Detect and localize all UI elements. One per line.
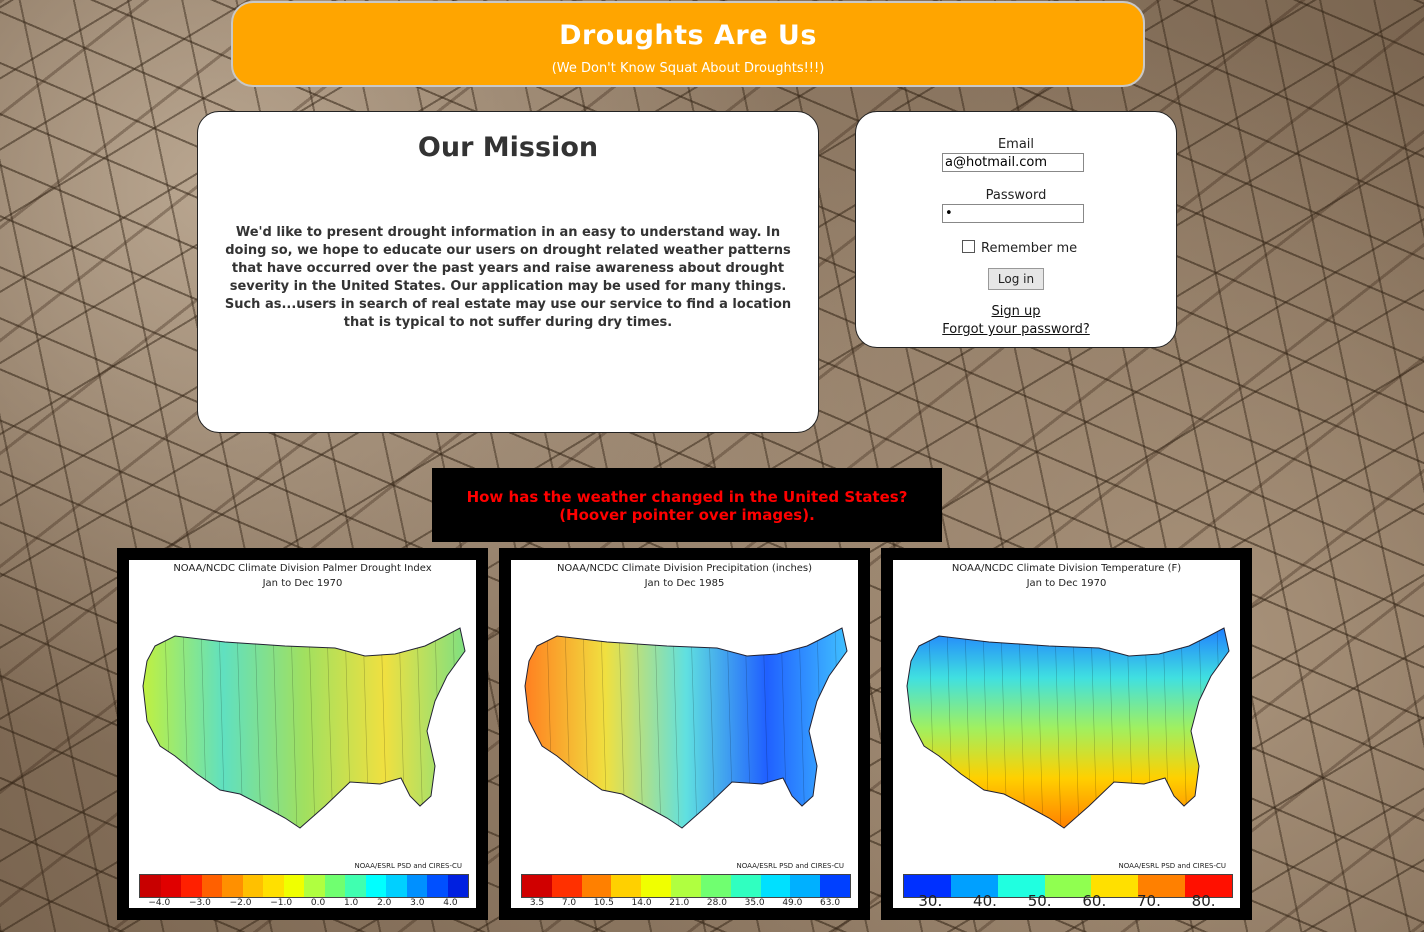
map-image[interactable]: NOAA/NCDC Climate Division Precipitation… <box>511 560 858 908</box>
legend-tick-label: 3.0 <box>410 898 425 908</box>
remember-me[interactable]: Remember me <box>962 240 1077 256</box>
map-title: NOAA/NCDC Climate Division Palmer Drough… <box>173 563 432 574</box>
legend-tick-label: 0.0 <box>310 898 326 908</box>
legend-swatch <box>222 875 243 897</box>
legend-swatch <box>551 875 582 897</box>
legend-swatch <box>242 875 263 897</box>
legend-ticks: −4.0 −3.0 −2.0 −1.0 0.0 1.0 2.0 3.0 4.0 <box>139 898 467 908</box>
legend-swatch <box>427 875 448 897</box>
email-field[interactable] <box>942 153 1084 172</box>
color-legend-bar <box>521 874 851 898</box>
legend-tick-label: 50. <box>1027 892 1052 910</box>
legend-swatch <box>181 875 202 897</box>
login-button[interactable]: Log in <box>988 268 1044 290</box>
legend-tick-label: 70. <box>1137 892 1161 910</box>
legend-swatch <box>820 875 850 897</box>
question-line-2: (Hoover pointer over images). <box>559 506 815 524</box>
password-field[interactable] <box>942 204 1084 223</box>
legend-tick-label: 28.0 <box>706 898 727 908</box>
legend-tick-label: 60. <box>1082 892 1107 910</box>
legend-swatch <box>671 875 701 897</box>
legend-tick-label: 2.0 <box>377 898 392 908</box>
legend-tick-label: 63.0 <box>820 898 841 908</box>
legend-swatch <box>760 875 791 897</box>
mission-text: We'd like to present drought information… <box>224 225 792 330</box>
signup-link[interactable]: Sign up <box>856 304 1176 319</box>
map-credit: NOAA/ESRL PSD and CIRES-CU <box>736 862 844 870</box>
legend-swatch <box>522 875 552 897</box>
us-map-shape <box>906 627 1230 829</box>
us-map-graphic <box>906 627 1230 829</box>
legend-swatch <box>283 875 304 897</box>
legend-tick-label: 30. <box>918 892 943 910</box>
legend-tick-label: 4.0 <box>443 898 458 908</box>
legend-swatch <box>263 875 284 897</box>
legend-swatch <box>345 875 366 897</box>
legend-tick-label: 49.0 <box>782 898 803 908</box>
remember-label: Remember me <box>981 241 1078 256</box>
legend-swatch <box>611 875 642 897</box>
map-image[interactable]: NOAA/NCDC Climate Division Temperature (… <box>893 560 1240 910</box>
legend-tick-label: 35.0 <box>744 898 765 908</box>
password-label: Password <box>985 188 1047 203</box>
legend-tick-label: 40. <box>973 892 997 910</box>
site-subtitle: (We Don't Know Squat About Droughts!!!) <box>551 61 825 76</box>
legend-swatch <box>324 875 345 897</box>
map-subtitle: Jan to Dec 1970 <box>262 578 343 589</box>
legend-swatch <box>304 875 325 897</box>
mission-panel: Our Mission We'd like to present drought… <box>197 111 819 433</box>
legend-tick-label: 10.5 <box>593 898 614 908</box>
map-credit: NOAA/ESRL PSD and CIRES-CU <box>1118 862 1226 870</box>
us-map-graphic <box>142 627 466 829</box>
legend-tick-label: −1.0 <box>270 898 293 908</box>
legend-swatch <box>140 875 161 897</box>
legend-swatch <box>160 875 181 897</box>
legend-tick-label: 7.0 <box>561 898 577 908</box>
us-map-graphic <box>524 627 848 829</box>
map-credit: NOAA/ESRL PSD and CIRES-CU <box>354 862 462 870</box>
map-title: NOAA/NCDC Climate Division Precipitation… <box>556 563 813 574</box>
us-map-shape <box>524 627 848 829</box>
legend-swatch <box>790 875 821 897</box>
legend-swatch <box>365 875 386 897</box>
legend-tick-label: 14.0 <box>631 898 652 908</box>
login-panel: Email Password Remember me Log in Sign u… <box>855 111 1177 348</box>
legend-tick-label: 21.0 <box>669 898 690 908</box>
legend-swatch <box>700 875 731 897</box>
mission-title: Our Mission <box>417 132 599 163</box>
legend-ticks: 3.5 7.0 10.5 14.0 21.0 28.0 35.0 49.0 63.0 <box>521 898 849 908</box>
site-header: Droughts Are Us (We Don't Know Squat Abo… <box>231 1 1145 87</box>
legend-tick-label: −4.0 <box>148 898 171 908</box>
legend-swatch <box>386 875 407 897</box>
us-map-shape <box>142 627 466 829</box>
question-line-1: How has the weather changed in the Unite… <box>466 488 908 506</box>
map-subtitle: Jan to Dec 1970 <box>1026 578 1107 589</box>
legend-tick-label: −2.0 <box>229 898 252 908</box>
map-panel-3[interactable]: NOAA/NCDC Climate Division Temperature (… <box>881 548 1252 920</box>
legend-ticks: 30. 40. 50. 60. 70. 80. <box>903 892 1231 910</box>
legend-tick-label: 3.5 <box>529 898 545 908</box>
email-label: Email <box>997 137 1035 152</box>
map-subtitle: Jan to Dec 1985 <box>644 578 725 589</box>
legend-tick-label: 1.0 <box>343 898 359 908</box>
site-title: Droughts Are Us <box>559 20 817 51</box>
legend-swatch <box>447 875 468 897</box>
legend-swatch <box>406 875 427 897</box>
legend-tick-label: 80. <box>1191 892 1216 910</box>
map-panel-1[interactable]: NOAA/NCDC Climate Division Palmer Drough… <box>117 548 488 920</box>
legend-swatch <box>641 875 672 897</box>
map-image[interactable]: NOAA/NCDC Climate Division Palmer Drough… <box>129 560 476 908</box>
legend-swatch <box>581 875 612 897</box>
remember-checkbox[interactable] <box>962 240 975 253</box>
legend-tick-label: −3.0 <box>189 898 211 908</box>
map-title: NOAA/NCDC Climate Division Temperature (… <box>951 563 1182 574</box>
weather-question-banner: How has the weather changed in the Unite… <box>432 468 942 542</box>
forgot-password-link[interactable]: Forgot your password? <box>856 322 1176 337</box>
legend-swatch <box>730 875 761 897</box>
map-panel-2[interactable]: NOAA/NCDC Climate Division Precipitation… <box>499 548 870 920</box>
legend-swatch <box>201 875 222 897</box>
color-legend-bar <box>139 874 469 898</box>
